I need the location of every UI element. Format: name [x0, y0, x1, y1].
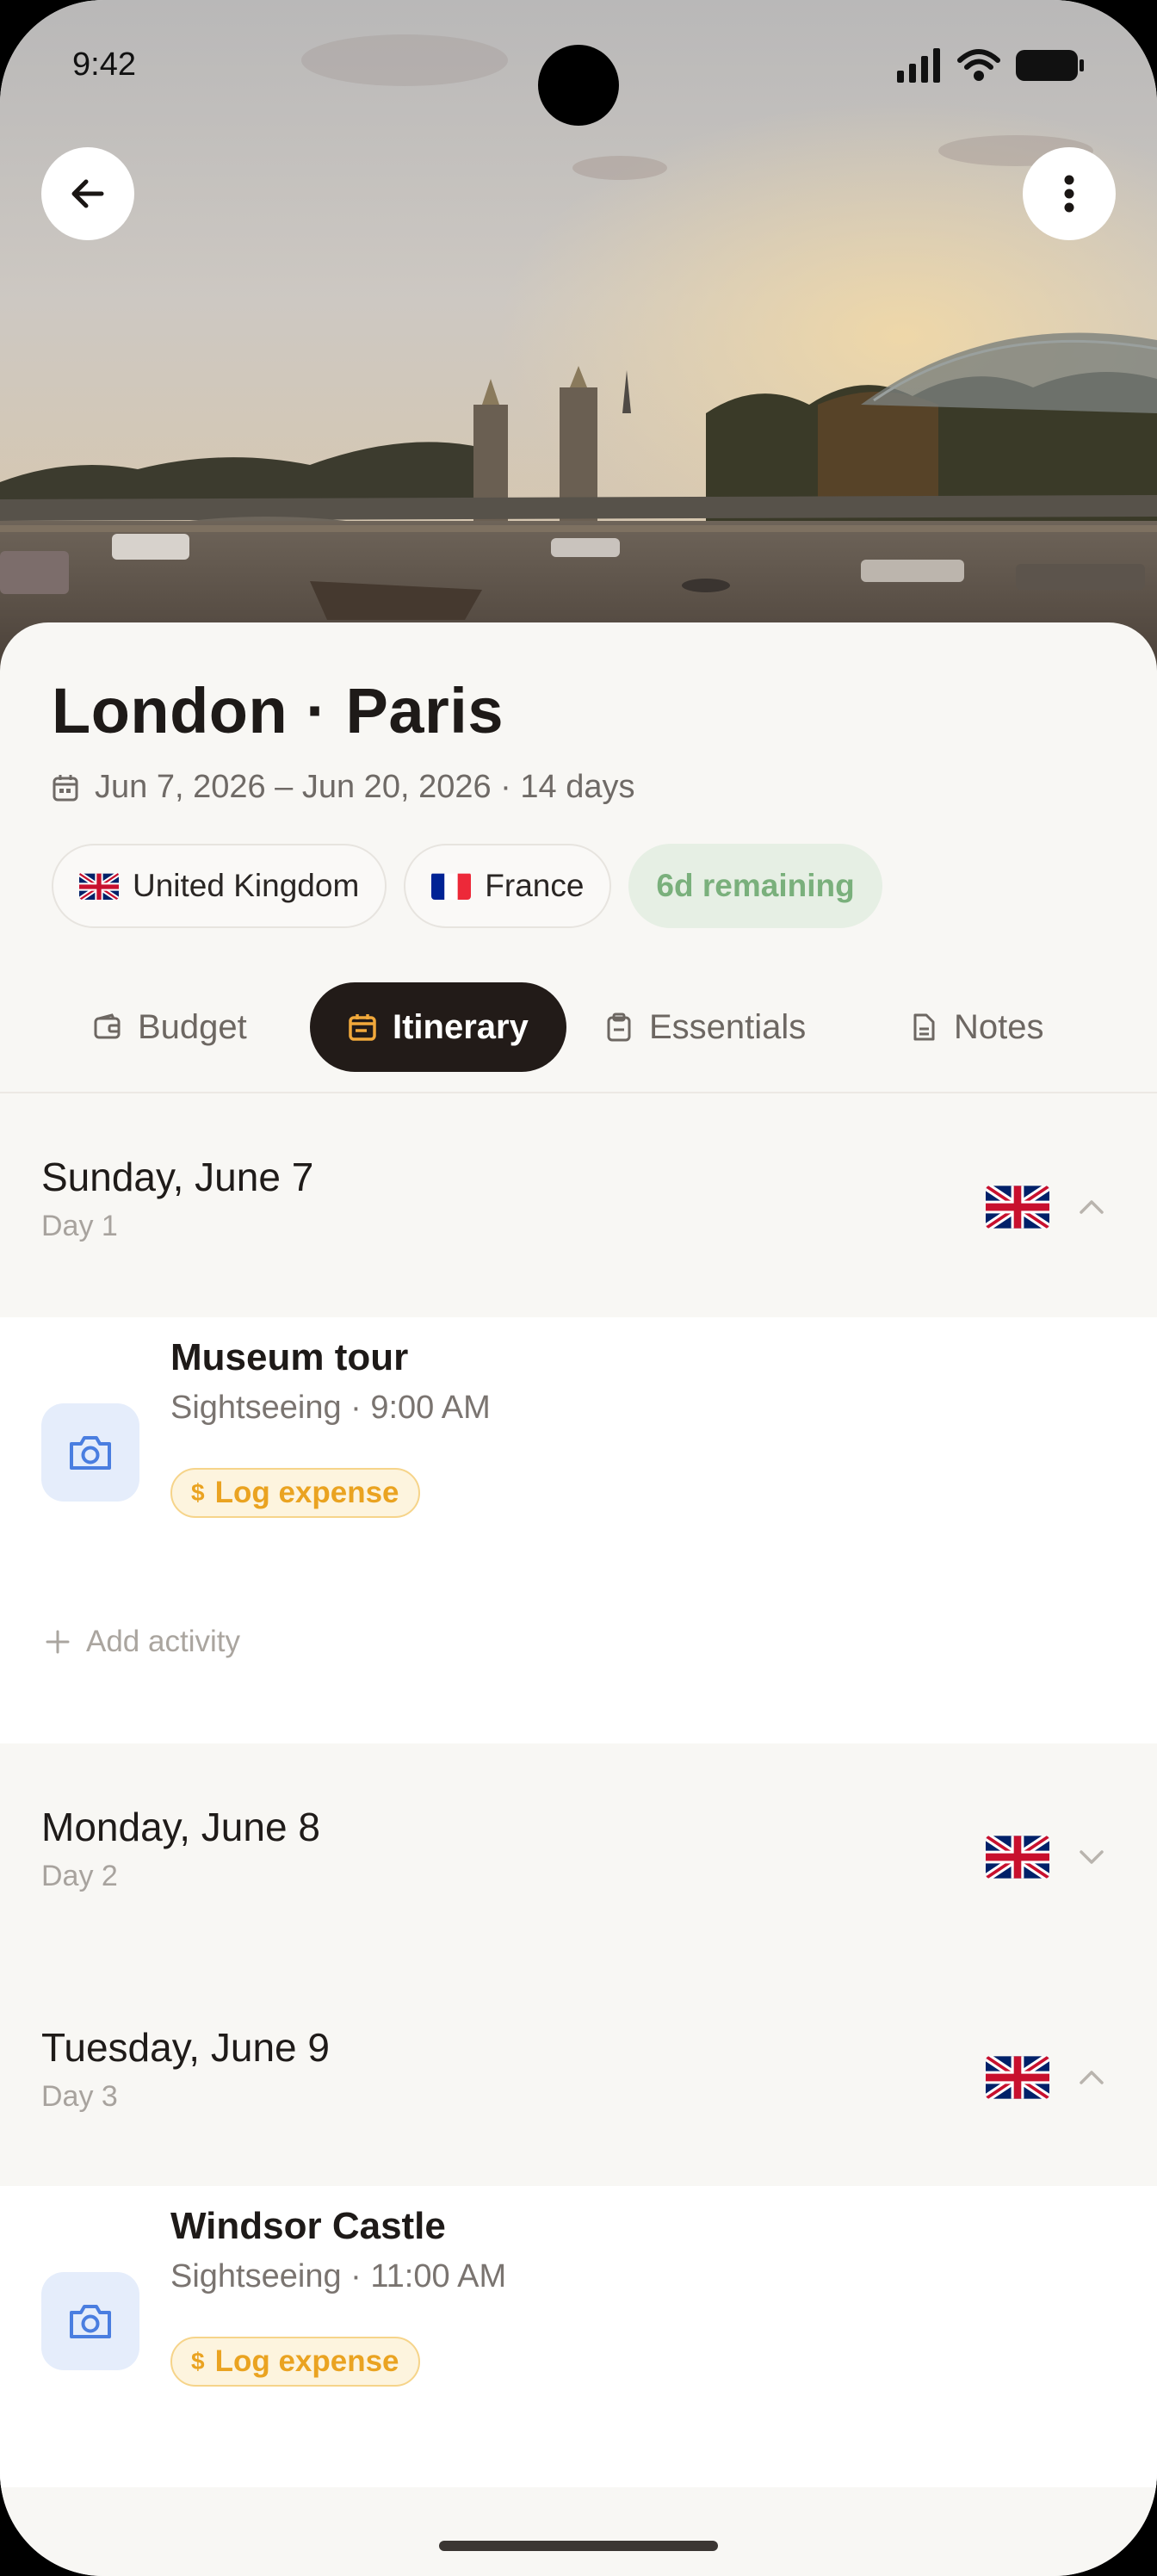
signal-icon: [897, 48, 940, 83]
trip-dates-text: Jun 7, 2026 – Jun 20, 2026 · 14 days: [95, 769, 635, 805]
trip-chips: United Kingdom France 6d remaining: [52, 844, 882, 928]
chip-united-kingdom[interactable]: United Kingdom: [52, 844, 387, 928]
tab-notes[interactable]: Notes: [909, 982, 1044, 1072]
chevron-up-icon[interactable]: [1076, 2067, 1107, 2088]
day-activities-day-1: Museum tour Sightseeing · 9:00 AM $ Log …: [0, 1317, 1157, 1748]
day-number: Day 3: [41, 2080, 118, 2113]
day-title: Sunday, June 7: [41, 1155, 314, 1199]
activity-name[interactable]: Windsor Castle: [170, 2205, 446, 2248]
chip-france[interactable]: France: [404, 844, 612, 928]
dollar-icon: $: [191, 1479, 205, 1506]
activity-meta: Sightseeing · 11:00 AM: [170, 2258, 507, 2294]
day-header-day-3[interactable]: Tuesday, June 9 Day 3: [0, 1964, 1157, 2188]
activity-name[interactable]: Museum tour: [170, 1336, 408, 1379]
chevron-up-icon[interactable]: [1076, 1197, 1107, 1217]
trip-detail-sheet: London · Paris Jun 7, 2026 – Jun 20, 202…: [0, 622, 1157, 2576]
arrow-left-icon: [71, 179, 104, 208]
uk-flag-icon: [986, 1186, 1049, 1229]
more-options-button[interactable]: [1023, 147, 1116, 240]
tab-label: Itinerary: [393, 1007, 529, 1046]
calendar-icon: [349, 1014, 376, 1041]
trip-dates: Jun 7, 2026 – Jun 20, 2026 · 14 days: [52, 769, 634, 806]
uk-flag-icon: [986, 2056, 1049, 2099]
tab-label: Budget: [138, 1007, 247, 1046]
camera-icon: [70, 1436, 111, 1470]
activity-meta: Sightseeing · 9:00 AM: [170, 1390, 491, 1426]
log-expense-label: Log expense: [214, 1476, 399, 1509]
tab-essentials[interactable]: Essentials: [604, 982, 806, 1072]
chip-label: France: [485, 868, 585, 903]
day-number: Day 1: [41, 1210, 118, 1242]
front-camera: [538, 45, 619, 126]
clipboard-icon: [607, 1012, 631, 1042]
activity-category-icon: [41, 2272, 139, 2370]
log-expense-button[interactable]: $ Log expense: [170, 2337, 420, 2387]
wifi-icon: [957, 49, 1000, 81]
trip-title: London · Paris: [52, 675, 504, 746]
tab-itinerary[interactable]: Itinerary: [310, 982, 566, 1072]
dollar-icon: $: [191, 2348, 205, 2375]
day-title: Tuesday, June 9: [41, 2025, 330, 2070]
wallet-icon: [94, 1013, 121, 1039]
tab-label: Essentials: [649, 1007, 807, 1046]
status-icons: [897, 48, 1085, 83]
back-button[interactable]: [41, 147, 134, 240]
battery-icon: [1016, 50, 1084, 81]
days-remaining-badge: 6d remaining: [628, 844, 882, 928]
chip-label: United Kingdom: [133, 868, 360, 903]
chevron-down-icon[interactable]: [1076, 1847, 1107, 1867]
home-indicator[interactable]: [439, 2541, 718, 2551]
more-vertical-icon: [1064, 175, 1074, 213]
status-time: 9:42: [72, 46, 136, 83]
section-tabs: Budget Itinerary Essentials Notes: [0, 982, 1157, 1072]
add-activity-label: Add activity: [86, 1625, 240, 1658]
phone-screen: 9:42 London · Paris Jun 7, 2026 – Jun 20…: [0, 0, 1157, 2576]
camera-icon: [70, 2305, 111, 2338]
activity-category-icon: [41, 1403, 139, 1502]
day-title: Monday, June 8: [41, 1805, 320, 1849]
calendar-icon: [53, 774, 78, 801]
add-activity-button[interactable]: Add activity: [45, 1625, 240, 1659]
log-expense-label: Log expense: [214, 2344, 399, 2378]
day-activities-day-3: Windsor Castle Sightseeing · 11:00 AM $ …: [0, 2186, 1157, 2487]
france-flag-icon: [431, 872, 472, 900]
log-expense-button[interactable]: $ Log expense: [170, 1468, 420, 1518]
uk-flag-icon: [79, 872, 119, 900]
document-icon: [913, 1013, 935, 1041]
day-number: Day 2: [41, 1860, 118, 1892]
tab-budget[interactable]: Budget: [93, 982, 247, 1072]
uk-flag-icon: [986, 1836, 1049, 1879]
remaining-label: 6d remaining: [656, 868, 855, 903]
day-header-day-1[interactable]: Sunday, June 7 Day 1: [0, 1093, 1157, 1317]
plus-icon: [46, 1630, 70, 1654]
tab-label: Notes: [954, 1007, 1044, 1046]
day-header-day-2[interactable]: Monday, June 8 Day 2: [0, 1743, 1157, 1967]
